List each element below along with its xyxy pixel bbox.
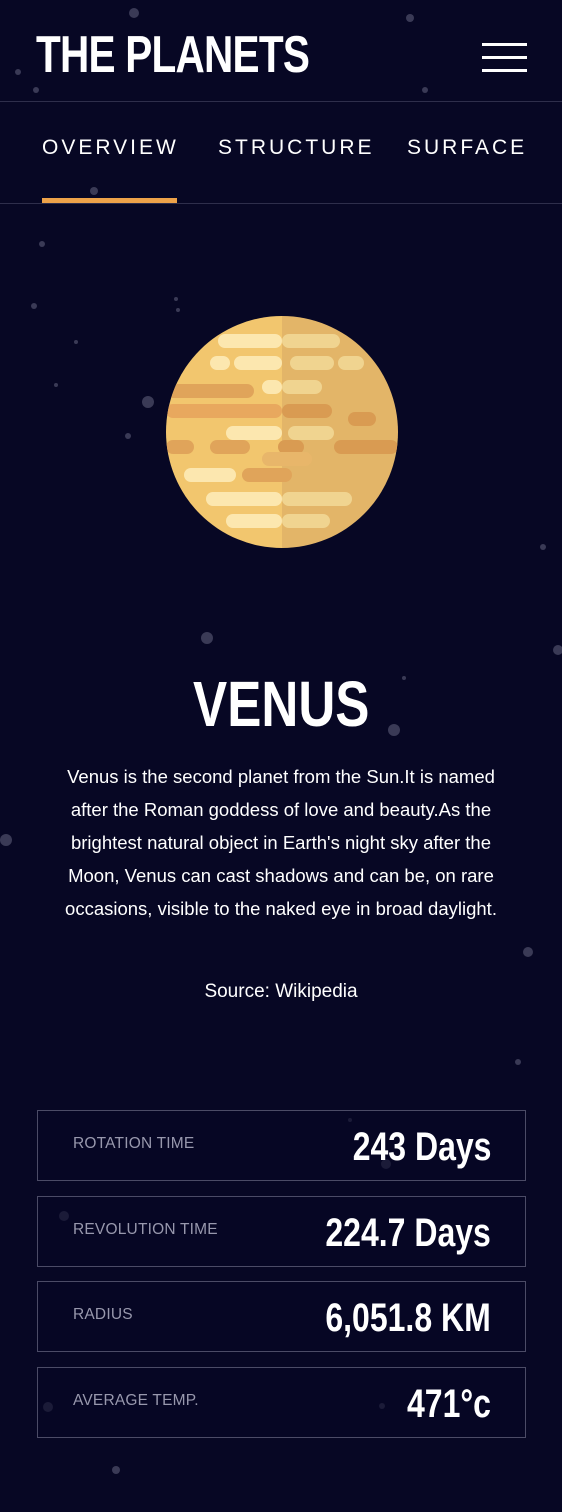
stat-value: 6,051.8 KM	[325, 1296, 491, 1340]
stat-value: 224.7 Days	[325, 1211, 491, 1255]
stat-value: 471°c	[407, 1382, 491, 1426]
stat-card-radius: RADIUS 6,051.8 KM	[37, 1281, 526, 1352]
tab-surface[interactable]: SURFACE	[407, 136, 527, 160]
site-header: THE PLANETS	[0, 0, 562, 102]
venus-planet-icon	[166, 316, 398, 548]
stat-label: RADIUS	[73, 1306, 133, 1323]
source-line: Source: Wikipedia	[0, 977, 562, 1007]
menu-bar-line	[482, 43, 527, 46]
menu-bar-line	[482, 56, 527, 59]
stat-label: ROTATION TIME	[73, 1135, 195, 1152]
planet-title-text: VENUS	[192, 668, 370, 740]
site-logo[interactable]: THE PLANETS	[36, 22, 310, 88]
stat-label: AVERAGE TEMP.	[73, 1392, 199, 1409]
hamburger-menu-icon[interactable]	[482, 43, 527, 72]
stat-card-revolution-time: REVOLUTION TIME 224.7 Days	[37, 1196, 526, 1267]
active-tab-indicator	[42, 198, 177, 203]
source-link[interactable]: Source: Wikipedia	[204, 981, 357, 1002]
planet-description: Venus is the second planet from the Sun.…	[65, 766, 497, 919]
menu-bar-line	[482, 69, 527, 72]
stat-card-average-temp: AVERAGE TEMP. 471°c	[37, 1367, 526, 1438]
stat-value: 243 Days	[352, 1125, 491, 1169]
stat-label: REVOLUTION TIME	[73, 1221, 218, 1238]
tab-overview[interactable]: OVERVIEW	[42, 136, 179, 160]
tab-structure[interactable]: STRUCTURE	[218, 136, 375, 160]
planet-title: VENUS	[0, 666, 562, 742]
planet-view-tabs: OVERVIEW STRUCTURE SURFACE	[0, 102, 562, 204]
stat-card-rotation-time: ROTATION TIME 243 Days	[37, 1110, 526, 1181]
